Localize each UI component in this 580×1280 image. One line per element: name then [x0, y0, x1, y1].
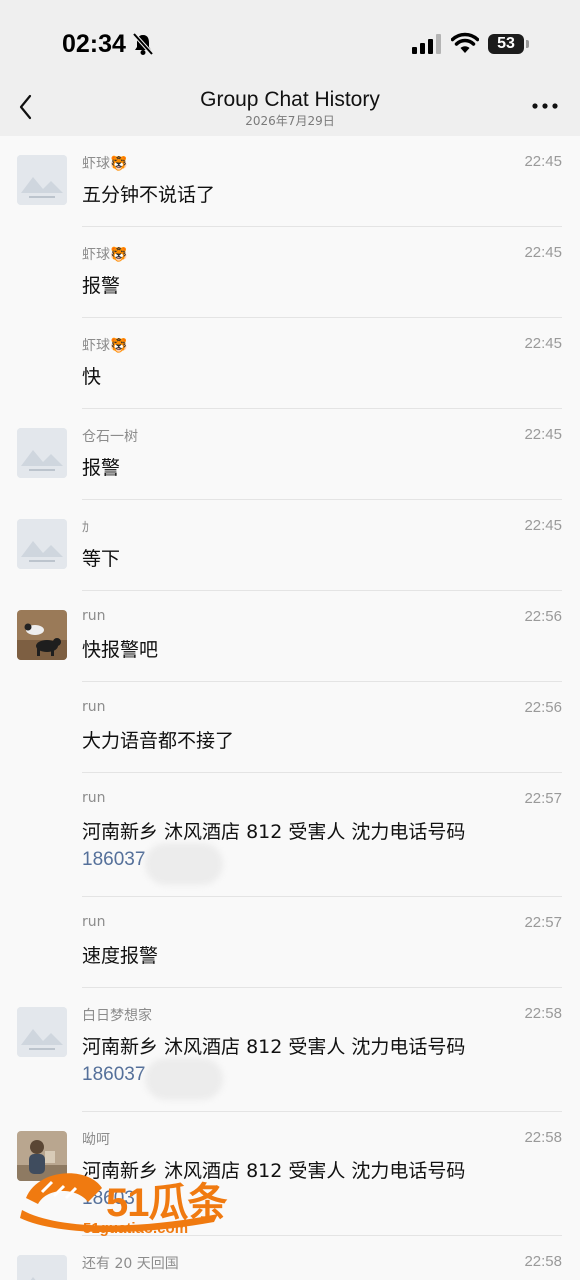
message-text: 快报警吧 — [82, 639, 159, 661]
sender-name: 仓石一树 — [82, 429, 138, 445]
message-time: 22:58 — [524, 1253, 562, 1270]
message-text: 等下 — [82, 548, 121, 570]
avatar[interactable] — [17, 1255, 67, 1280]
nav-bar: Group Chat History 2026年7月29日 — [0, 88, 580, 136]
avatar[interactable] — [17, 428, 67, 478]
message-item[interactable]: 白日梦想家 22:58 河南新乡 沐风酒店 812 受害人 沈力电话号码 186… — [0, 988, 580, 1112]
message-item[interactable]: 虾球🐯 22:45 报警 — [0, 227, 580, 318]
message-text: 河南新乡 沐风酒店 812 受害人 沈力电话号码 — [82, 1036, 466, 1058]
cats-photo-icon — [17, 610, 67, 660]
sender-name: 白日梦想家 — [82, 1008, 152, 1024]
message-item[interactable]: 虾球🐯 22:45 五分钟不说话了 — [0, 136, 580, 227]
sender-name: run — [82, 699, 106, 715]
message-time: 22:45 — [524, 335, 562, 352]
message-time: 22:45 — [524, 153, 562, 170]
sender-name: run — [82, 914, 106, 930]
message-item[interactable]: ｶ 22:45 等下 — [0, 500, 580, 591]
sender-name: ｶ — [82, 520, 89, 536]
message-time: 22:56 — [524, 608, 562, 625]
cellular-signal-icon — [412, 34, 441, 54]
sender-name: 虾球🐯 — [82, 338, 128, 354]
image-placeholder-icon — [17, 1007, 67, 1057]
message-text: 快 — [82, 366, 102, 388]
message-time: 22:58 — [524, 1129, 562, 1146]
watermark-url: 51guatiao.com — [83, 1220, 189, 1237]
message-time: 22:56 — [524, 699, 562, 716]
page-subtitle-date: 2026年7月29日 — [245, 114, 335, 128]
message-item[interactable]: 仓石一树 22:45 报警 — [0, 409, 580, 500]
sender-name: 虾球🐯 — [82, 156, 128, 172]
message-time: 22:45 — [524, 244, 562, 261]
message-item[interactable]: run 22:56 大力语音都不接了 — [0, 682, 580, 773]
image-placeholder-icon — [17, 155, 67, 205]
message-text: 河南新乡 沐风酒店 812 受害人 沈力电话号码 — [82, 821, 466, 843]
wifi-icon — [451, 32, 479, 53]
message-item[interactable]: run 22:57 河南新乡 沐风酒店 812 受害人 沈力电话号码 18603… — [0, 773, 580, 897]
sender-name: 还有 20 天回国 — [82, 1256, 179, 1272]
message-time: 22:57 — [524, 914, 562, 931]
avatar[interactable] — [17, 610, 67, 660]
message-time: 22:45 — [524, 517, 562, 534]
sender-name: 呦呵 — [82, 1132, 110, 1148]
message-time: 22:58 — [524, 1005, 562, 1022]
message-text: 大力语音都不接了 — [82, 730, 235, 752]
message-item[interactable]: 还有 20 天回国 22:58 — [0, 1236, 580, 1280]
message-item[interactable]: 虾球🐯 22:45 快 — [0, 318, 580, 409]
status-bar: 02:34 53 — [0, 0, 580, 88]
avatar[interactable] — [17, 1007, 67, 1057]
sender-name: run — [82, 608, 106, 624]
redaction-blur — [145, 843, 223, 885]
message-text: 报警 — [82, 275, 121, 297]
message-list[interactable]: 虾球🐯 22:45 五分钟不说话了 虾球🐯 22:45 报警 虾球🐯 22:45… — [0, 136, 580, 1280]
page-title: Group Chat History — [200, 88, 380, 111]
status-time: 02:34 — [62, 30, 126, 58]
message-text: 报警 — [82, 457, 121, 479]
sender-name: run — [82, 790, 106, 806]
phone-number-link[interactable]: 186037 — [82, 1064, 145, 1086]
battery-indicator: 53 — [488, 34, 524, 54]
more-options-icon[interactable] — [530, 94, 560, 118]
phone-number-link[interactable]: 186037 — [82, 849, 145, 871]
message-item[interactable]: run 22:56 快报警吧 — [0, 591, 580, 682]
image-placeholder-icon — [17, 428, 67, 478]
message-time: 22:45 — [524, 426, 562, 443]
message-text: 五分钟不说话了 — [82, 184, 216, 206]
avatar[interactable] — [17, 155, 67, 205]
avatar[interactable] — [17, 519, 67, 569]
battery-cap — [526, 40, 529, 48]
message-item[interactable]: run 22:57 速度报警 — [0, 897, 580, 988]
redaction-blur — [145, 1058, 223, 1100]
message-time: 22:57 — [524, 790, 562, 807]
image-placeholder-icon — [17, 519, 67, 569]
message-text: 速度报警 — [82, 945, 159, 967]
sender-name: 虾球🐯 — [82, 247, 128, 263]
image-placeholder-icon — [17, 1255, 67, 1280]
bell-muted-icon — [132, 32, 154, 56]
